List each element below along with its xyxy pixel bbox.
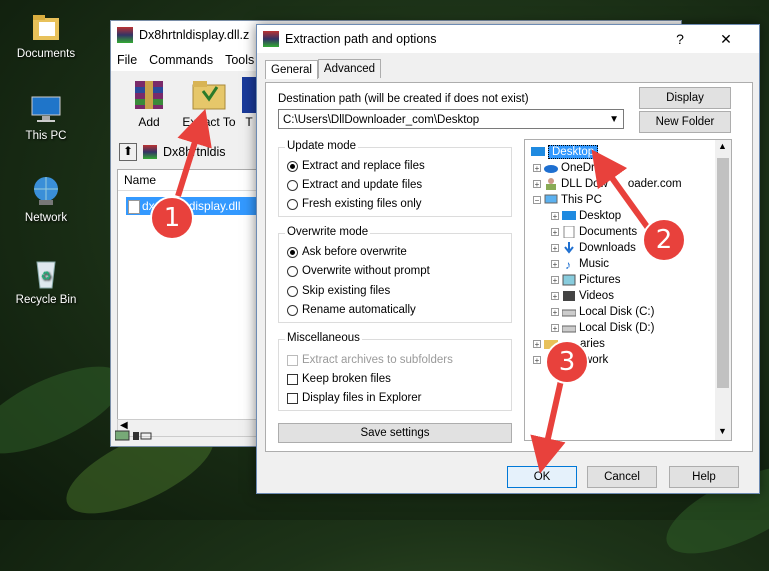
- step-badge-3: 3: [545, 340, 589, 384]
- step-badge-1: 1: [150, 196, 194, 240]
- annotation-arrows: [175, 108, 651, 474]
- arrow-1: [175, 108, 212, 197]
- arrow-2: [591, 149, 651, 230]
- arrow-3: [530, 375, 566, 474]
- step-badge-2: 2: [642, 218, 686, 262]
